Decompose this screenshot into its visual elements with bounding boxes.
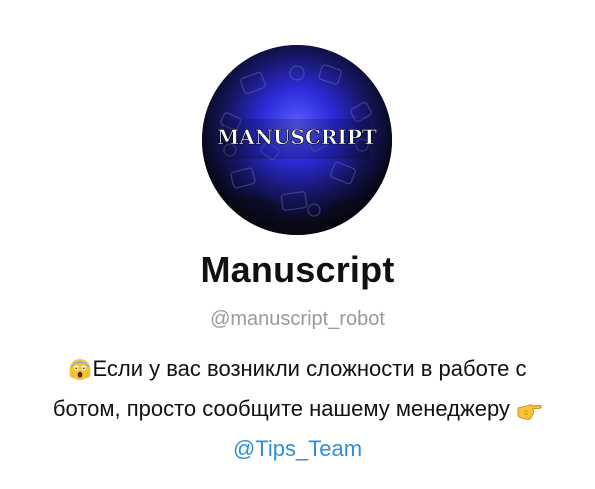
face-screaming-in-fear-icon [68, 357, 92, 381]
backhand-index-pointing-right-icon [516, 399, 542, 421]
avatar-logo-text: MANUSCRIPT [217, 125, 377, 149]
avatar[interactable]: MANUSCRIPT [202, 45, 392, 235]
bot-profile: MANUSCRIPT Manuscript @manuscript_robot … [0, 0, 595, 489]
mention-link[interactable]: @Tips_Team [233, 436, 362, 461]
description-line-2: ботом, просто сообщите нашему менеджеру [0, 389, 595, 429]
bot-name: Manuscript [200, 249, 395, 290]
bot-description: Если у вас возникли сложности в работе с… [0, 349, 595, 469]
description-line-1: Если у вас возникли сложности в работе с [0, 349, 595, 389]
description-line-1-text: Если у вас возникли сложности в работе с [92, 356, 527, 381]
description-line-2-text: ботом, просто сообщите нашему менеджеру [52, 396, 510, 421]
bot-username[interactable]: @manuscript_robot [0, 306, 595, 332]
description-line-3: @Tips_Team [0, 429, 595, 469]
